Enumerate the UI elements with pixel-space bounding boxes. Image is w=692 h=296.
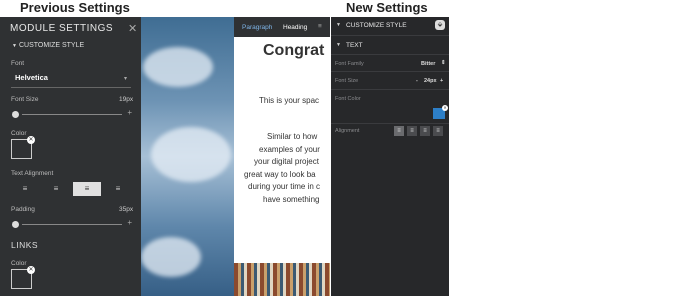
divider: [331, 54, 449, 55]
module-settings-panel: MODULE SETTINGS ✕ ▼ CUSTOMIZE STYLE Font …: [0, 17, 141, 296]
links-section-title: LINKS: [11, 240, 39, 250]
font-label: Font: [11, 60, 25, 67]
more-menu-icon[interactable]: ≡: [318, 23, 322, 30]
links-color-swatch[interactable]: ✕: [11, 266, 35, 289]
alignment-label: Alignment: [335, 128, 360, 134]
text-alignment-group: ≡ ≡ ≡ ≡: [11, 182, 131, 196]
slider-track: [22, 224, 122, 225]
font-color-swatch[interactable]: ✕: [433, 105, 448, 119]
font-size-value[interactable]: 24px: [424, 78, 437, 84]
font-select[interactable]: Helvetica: [15, 73, 48, 82]
triangle-down-icon: ▼: [336, 22, 341, 28]
new-settings-caption: New Settings: [346, 0, 428, 15]
font-size-slider[interactable]: − +: [12, 108, 132, 119]
divider: [331, 35, 449, 36]
triangle-down-icon: ▼: [12, 43, 17, 49]
page-text-line: great way to look ba: [244, 170, 316, 179]
panel-title: MODULE SETTINGS: [10, 23, 114, 34]
customize-style-toggle[interactable]: ▼ CUSTOMIZE STYLE: [12, 42, 84, 49]
comparison-screenshot: Previous Settings New Settings MODULE SE…: [0, 0, 692, 296]
page-content: Paragraph Heading ≡ Congrat This is your…: [234, 17, 330, 296]
previous-page-preview: Paragraph Heading ≡ Congrat This is your…: [141, 17, 330, 296]
font-family-select[interactable]: Bitter: [421, 61, 435, 67]
clear-color-icon[interactable]: ✕: [27, 266, 35, 274]
heading-button[interactable]: Heading: [283, 24, 307, 31]
text-section-label: TEXT: [346, 42, 363, 49]
new-settings-panel: ▼ CUSTOMIZE STYLE ⬙ ▼ TEXT Font Family B…: [331, 17, 449, 296]
clear-color-icon[interactable]: ✕: [27, 136, 35, 144]
triangle-down-icon: ▼: [336, 42, 341, 48]
page-text-line: during your time in c: [248, 182, 321, 191]
select-arrows-icon[interactable]: ⇕: [441, 60, 446, 66]
font-size-label: Font Size: [335, 78, 359, 84]
paragraph-button[interactable]: Paragraph: [242, 24, 272, 31]
divider: [331, 71, 449, 72]
page-text-line: have something: [263, 195, 320, 204]
font-color-label: Font Color: [335, 96, 361, 102]
customize-style-label: CUSTOMIZE STYLE: [346, 22, 407, 29]
text-alignment-label: Text Alignment: [11, 170, 54, 177]
align-right-icon[interactable]: ≡: [420, 126, 430, 136]
minus-icon[interactable]: -: [416, 78, 418, 84]
align-left-icon[interactable]: ≡: [11, 182, 39, 196]
slider-track: [22, 114, 122, 115]
sky-background-image: [141, 17, 234, 296]
page-heading: Congrat: [263, 42, 325, 59]
links-color-label: Color: [11, 260, 27, 267]
divider: [331, 89, 449, 90]
previous-settings-screenshot: MODULE SETTINGS ✕ ▼ CUSTOMIZE STYLE Font …: [0, 17, 330, 296]
padding-value: 35px: [119, 206, 134, 213]
paint-bucket-icon[interactable]: ⬙: [435, 20, 445, 30]
plus-icon[interactable]: +: [440, 78, 443, 84]
font-size-label: Font Size: [11, 96, 39, 103]
plus-icon[interactable]: +: [127, 108, 132, 117]
align-center-icon[interactable]: ≡: [407, 126, 417, 136]
align-justify-icon[interactable]: ≡: [433, 126, 443, 136]
align-right-icon[interactable]: ≡: [73, 182, 101, 196]
color-swatch[interactable]: ✕: [11, 136, 35, 159]
font-family-label: Font Family: [335, 61, 364, 67]
text-format-toolbar: Paragraph Heading ≡: [234, 17, 330, 37]
bookshelf-image-strip: [234, 263, 330, 296]
page-text-line: your digital project: [254, 157, 319, 166]
align-justify-icon[interactable]: ≡: [104, 182, 132, 196]
close-icon[interactable]: ✕: [128, 22, 137, 35]
plus-icon[interactable]: +: [127, 218, 132, 227]
previous-settings-caption: Previous Settings: [20, 0, 130, 15]
page-text-line: Similar to how: [267, 132, 318, 141]
clear-color-icon[interactable]: ✕: [442, 105, 448, 111]
page-text-line: examples of your: [259, 145, 320, 154]
customize-style-label: CUSTOMIZE STYLE: [18, 42, 85, 49]
align-center-icon[interactable]: ≡: [42, 182, 70, 196]
padding-slider[interactable]: − +: [12, 218, 132, 229]
align-left-icon[interactable]: ≡: [394, 126, 404, 136]
slider-knob[interactable]: [12, 111, 19, 118]
font-size-value: 19px: [119, 96, 134, 103]
font-select-underline: [11, 87, 131, 88]
slider-knob[interactable]: [12, 221, 19, 228]
divider: [331, 123, 449, 124]
padding-label: Padding: [11, 206, 35, 213]
chevron-down-icon[interactable]: ▾: [124, 75, 127, 82]
page-text-line: This is your spac: [259, 96, 320, 105]
color-label: Color: [11, 130, 27, 137]
